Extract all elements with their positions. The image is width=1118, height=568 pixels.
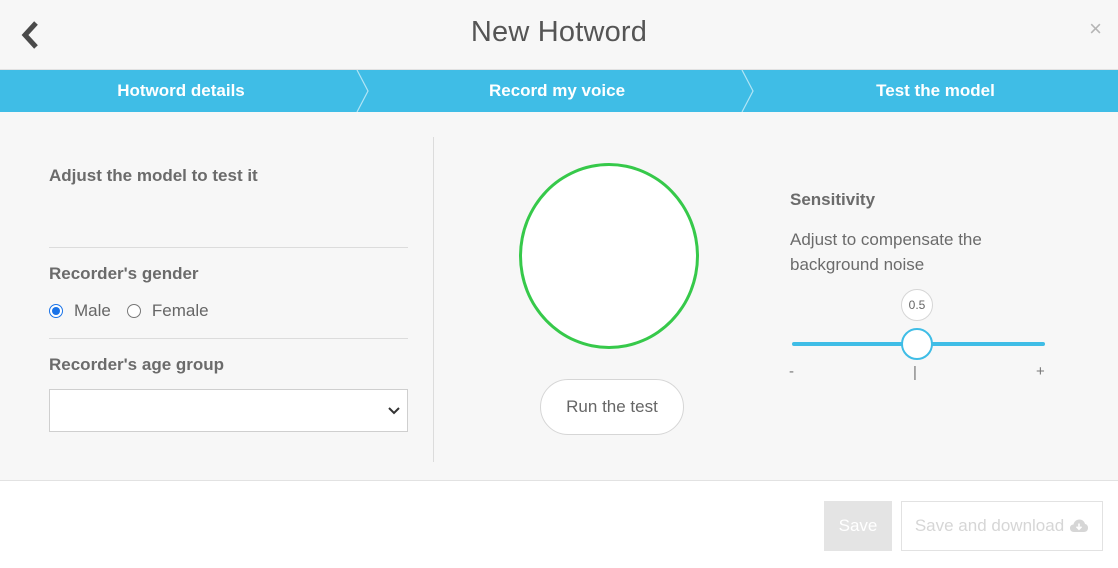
female-label[interactable]: Female xyxy=(152,301,209,321)
age-group-label: Recorder's age group xyxy=(49,355,225,374)
save-button[interactable]: Save xyxy=(824,501,892,551)
male-label[interactable]: Male xyxy=(74,301,111,321)
age-group-select[interactable] xyxy=(49,389,408,432)
sensitivity-description: Adjust to compensate the background nois… xyxy=(790,230,982,274)
chevron-down-icon xyxy=(388,407,400,415)
step-test-the-model[interactable]: Test the model xyxy=(753,70,1118,112)
dialog-title: New Hotword xyxy=(470,16,648,48)
save-and-download-label: Save and download xyxy=(914,516,1065,535)
step-hotword-details[interactable]: Hotword details xyxy=(0,70,362,112)
slider-mid-tick: | xyxy=(913,364,917,381)
step-record-my-voice[interactable]: Record my voice xyxy=(368,70,746,112)
slider-min-label: - xyxy=(789,363,794,380)
gender-label: Recorder's gender xyxy=(49,264,199,283)
sensitivity-slider-thumb[interactable] xyxy=(901,328,933,360)
wizard-steps: Hotword details Record my voice Test the… xyxy=(0,70,1118,112)
record-circle[interactable] xyxy=(519,163,699,349)
slider-max-label: + xyxy=(1036,363,1045,380)
column-divider xyxy=(433,137,434,462)
divider xyxy=(49,247,408,248)
sensitivity-value: 0.5 xyxy=(901,289,933,321)
test-panel: Adjust the model to test it Recorder's g… xyxy=(0,112,1118,481)
dialog-header: New Hotword × xyxy=(0,0,1118,70)
gender-radio-group: Male Female xyxy=(49,301,209,321)
close-button[interactable]: × xyxy=(1089,16,1102,42)
run-test-button[interactable]: Run the test xyxy=(540,379,684,435)
divider xyxy=(49,338,408,339)
settings-heading: Adjust the model to test it xyxy=(49,166,258,185)
sensitivity-title: Sensitivity xyxy=(790,190,876,209)
female-radio[interactable] xyxy=(126,304,141,318)
save-and-download-button[interactable]: Save and download xyxy=(901,501,1103,551)
cloud-download-icon xyxy=(1070,519,1089,532)
male-radio[interactable] xyxy=(49,304,63,318)
